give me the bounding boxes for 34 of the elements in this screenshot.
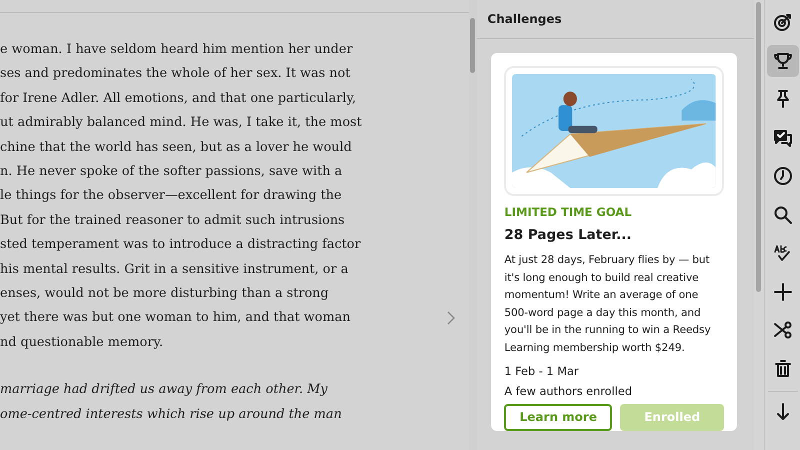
target-icon — [772, 12, 792, 32]
challenge-description: At just 28 days, February flies by — but it's long enough to build real creative momentum! Write an average of one 500-word page a day this month, and you'll be in the running to win a Reedsy Learning membership worth $249. — [504, 253, 712, 356]
text-line: his mental results. Grit in a sensitive instrument, or a — [0, 260, 350, 279]
spellcheck-icon — [772, 243, 792, 263]
trash-icon — [772, 358, 792, 378]
text-line: ut admirably balanced mind. He was, I take it, the most — [0, 114, 363, 132]
text-line: n. He never spoke of the softer passions, save with a — [0, 162, 344, 181]
toolbar-button[interactable] — [766, 44, 798, 76]
text-line: enses, would not be more disturbing than a strong — [0, 284, 330, 303]
scissors-icon — [772, 320, 792, 340]
text-line: for Irene Adler. All emotions, and that one particularly, — [0, 90, 358, 108]
panel-title: Challenges — [487, 12, 562, 26]
clock-icon — [772, 166, 792, 186]
enrolled-count: A few authors enrolled — [504, 384, 633, 398]
text-line: ome-centred interests which rise up around the man — [0, 406, 343, 424]
text-line: nd questionable memory. — [0, 334, 164, 352]
text-line: le things for the observer—excellent for drawing the — [0, 187, 343, 206]
text-line: But for the trained reasoner to admit such intrusions — [0, 212, 346, 230]
text-line: chine that the world has seen, but as a lover he would — [0, 138, 353, 157]
plus-icon — [772, 282, 792, 302]
search-icon — [772, 204, 792, 224]
learn-more-button[interactable]: Learn more — [504, 404, 612, 431]
chat-check-icon — [772, 128, 792, 148]
scrollbar-thumb[interactable] — [756, 2, 762, 292]
text-line: e woman. I have seldom heard him mention her under — [0, 40, 354, 59]
text-line: sted temperament was to introduce a distracting factor — [0, 236, 362, 254]
challenge-dates: 1 Feb - 1 Mar — [504, 364, 580, 378]
text-line: yet there was but one woman to him, and that woman — [0, 309, 352, 328]
scrollbar-thumb[interactable] — [470, 18, 476, 73]
goal-tag: LIMITED TIME GOAL — [504, 205, 724, 219]
trophy-icon — [772, 50, 792, 70]
text-line: marriage had drifted us away from each other. My — [0, 381, 328, 400]
text-line: ses and predominates the whole of her sex. It was not — [0, 65, 352, 84]
challenge-title: 28 Pages Later... — [504, 227, 633, 243]
